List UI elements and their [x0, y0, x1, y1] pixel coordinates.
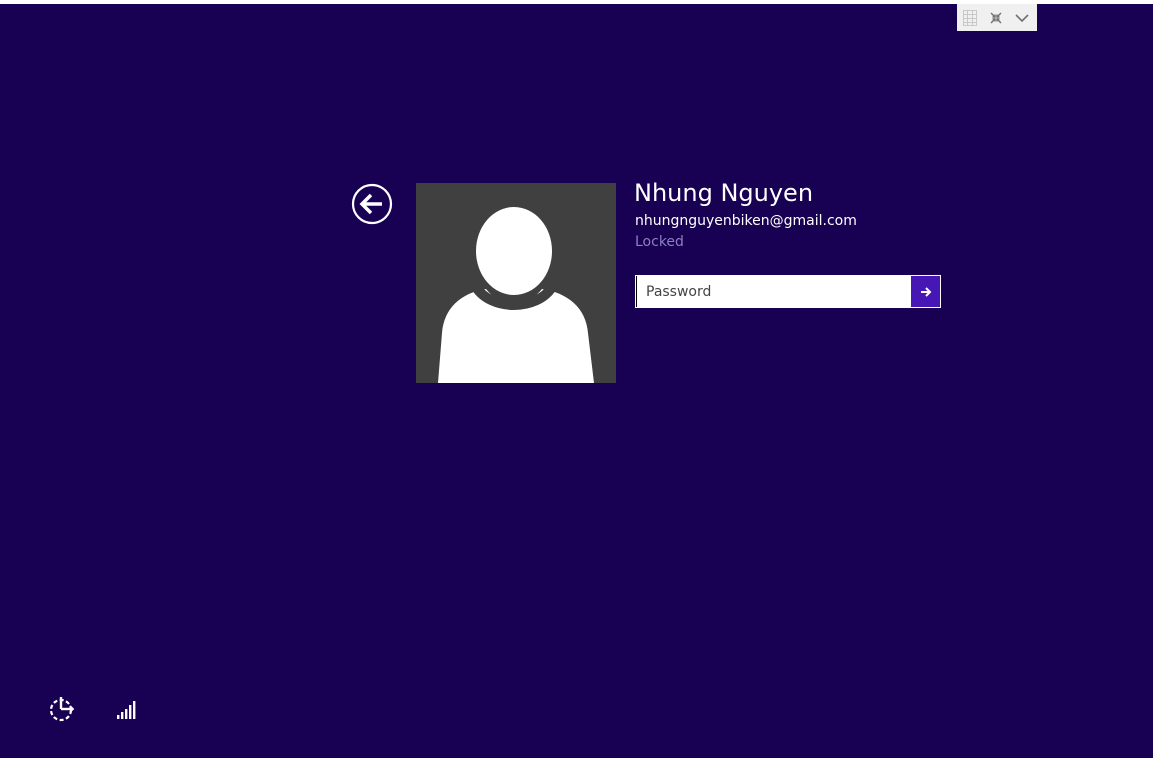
ease-of-access-icon [49, 697, 75, 722]
collapse-icon [990, 12, 1002, 23]
network-signal-icon [117, 701, 136, 719]
lock-screen: Nhung Nguyen nhungnguyenbiken@gmail.com … [0, 4, 1153, 758]
network-button[interactable] [115, 699, 139, 721]
grid-icon [963, 9, 977, 26]
user-status: Locked [635, 234, 684, 250]
avatar [416, 183, 616, 383]
back-button[interactable] [351, 183, 393, 225]
user-email: nhungnguyenbiken@gmail.com [635, 213, 857, 229]
user-name: Nhung Nguyen [634, 179, 814, 207]
password-box [635, 275, 941, 308]
back-arrow-icon [351, 183, 393, 225]
arrow-right-icon [920, 286, 931, 297]
chevron-down-button[interactable] [1009, 4, 1035, 31]
chevron-down-icon [1015, 13, 1029, 22]
ease-of-access-button[interactable] [47, 695, 77, 725]
submit-button[interactable] [910, 276, 940, 307]
remote-toolbar [957, 4, 1037, 31]
password-input[interactable] [636, 276, 910, 307]
user-silhouette-icon [438, 207, 594, 383]
grid-button[interactable] [957, 4, 983, 31]
collapse-button[interactable] [983, 4, 1009, 31]
